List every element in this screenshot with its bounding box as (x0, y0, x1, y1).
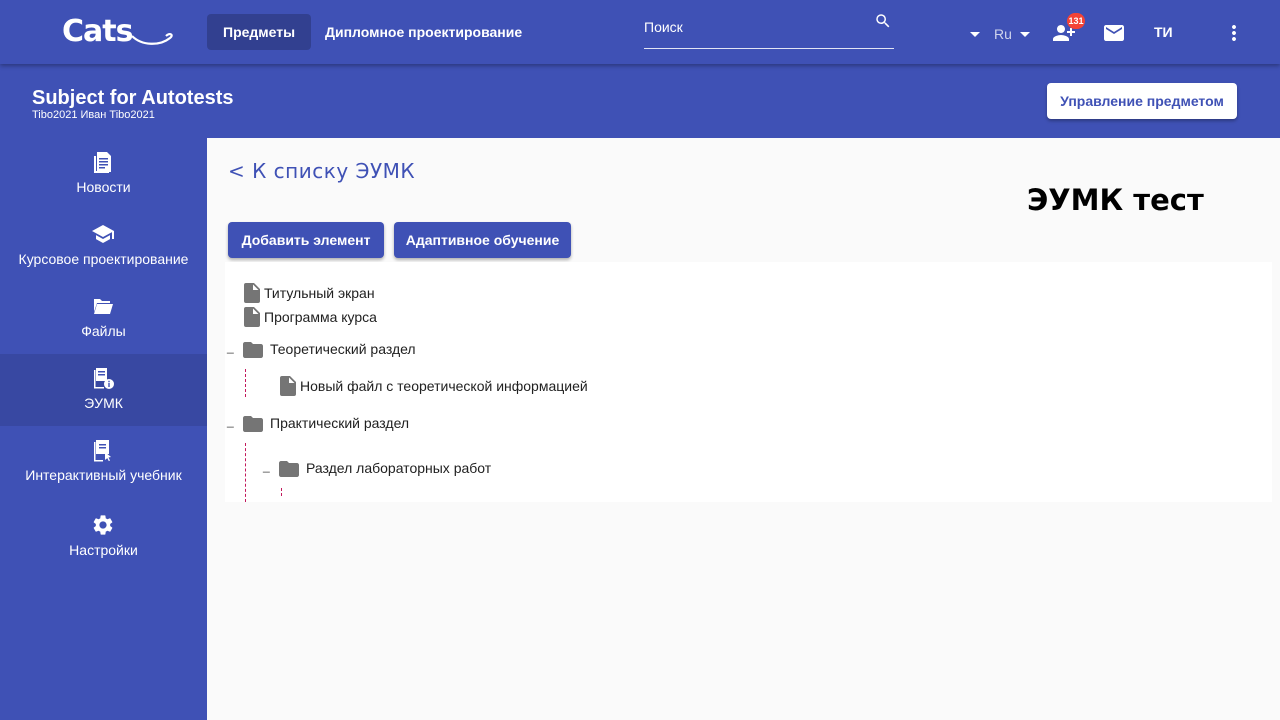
folder-icon (243, 416, 263, 432)
tree-guide-line (281, 488, 282, 496)
collapse-labs-toggle[interactable]: _ (263, 459, 270, 473)
page-title: ЭУМК тест (1027, 183, 1204, 217)
add-element-button[interactable]: Добавить элемент (228, 222, 384, 258)
folder-open-icon (94, 299, 113, 314)
folder-icon (279, 461, 299, 477)
nav-subjects[interactable]: Предметы (207, 14, 312, 50)
subject-header: Subject for Autotests Tibo2021 Иван Tibo… (0, 64, 1280, 138)
mail-icon[interactable] (1102, 21, 1126, 50)
file-icon (244, 283, 260, 303)
sidebar-item-coursework[interactable]: Курсовое проектирование (0, 210, 207, 282)
sidebar-item-label: ЭУМК (84, 395, 123, 411)
sidebar-item-label: Настройки (69, 542, 138, 558)
sidebar-item-files[interactable]: Файлы (0, 282, 207, 354)
sidebar-item-interactive-book[interactable]: Интерактивный учебник (0, 426, 207, 498)
tree-item-label: Новый файл с теоретической информацией (300, 378, 588, 394)
book-info-icon (94, 368, 114, 389)
tree-item-label: Титульный экран (264, 285, 375, 301)
collapse-theory-toggle[interactable]: _ (227, 340, 234, 354)
tree-item-label: Теоретический раздел (270, 341, 416, 357)
folder-icon (243, 342, 263, 358)
back-to-eumk-list-link[interactable]: < К списку ЭУМК (228, 159, 415, 183)
file-icon (244, 307, 260, 327)
book-cursor-icon (94, 440, 111, 462)
subject-teacher: Tibo2021 Иван Tibo2021 (32, 109, 155, 121)
main-content: < К списку ЭУМК ЭУМК тест Добавить элеме… (207, 138, 1280, 720)
tree-guide-line (245, 369, 246, 397)
tree-item-label: Раздел лабораторных работ (306, 460, 492, 476)
user-avatar[interactable]: ТИ (1154, 24, 1173, 40)
search-icon[interactable] (874, 12, 892, 30)
logo-swoosh-icon (131, 32, 173, 45)
collapse-practice-toggle[interactable]: _ (227, 414, 234, 428)
sidebar-item-label: Интерактивный учебник (25, 467, 182, 483)
logo-text: Cats (62, 14, 133, 49)
sidebar-item-settings[interactable]: Настройки (0, 501, 207, 573)
gear-icon (93, 515, 113, 535)
sidebar-item-news[interactable]: Новости (0, 138, 207, 210)
file-icon (280, 376, 296, 396)
graduation-cap-icon (92, 225, 114, 243)
sidebar-item-eumk[interactable]: ЭУМК (0, 354, 207, 426)
sidebar-item-label: Файлы (81, 323, 126, 339)
manage-subject-button[interactable]: Управление предметом (1047, 83, 1237, 119)
search-field[interactable] (644, 10, 894, 49)
adaptive-learning-button[interactable]: Адаптивное обучение (394, 222, 571, 258)
nav-diploma[interactable]: Дипломное проектирование (309, 14, 538, 50)
sidebar-item-label: Курсовое проектирование (18, 251, 189, 267)
more-vertical-icon[interactable] (1222, 21, 1246, 50)
language-chevron-down-icon[interactable] (1020, 32, 1030, 37)
search-input[interactable] (644, 16, 864, 38)
sidebar: Новости Курсовое проектирование Файлы ЭУ… (0, 138, 207, 720)
news-icon (94, 152, 111, 173)
notification-badge: 131 (1067, 13, 1085, 29)
subject-title: Subject for Autotests (32, 87, 234, 109)
top-app-bar: Cats Предметы Дипломное проектирование R… (0, 0, 1280, 64)
sidebar-item-label: Новости (76, 179, 131, 195)
tree-item-label: Практический раздел (270, 415, 410, 431)
tree-guide-line (245, 443, 246, 502)
eumk-tree: Титульный экран Программа курса _ Теорет… (225, 262, 1272, 502)
tree-item-label: Программа курса (264, 309, 377, 325)
cats-logo[interactable]: Cats (62, 14, 177, 50)
language-select[interactable]: Ru (994, 26, 1012, 42)
chevron-down-icon[interactable] (970, 32, 980, 37)
